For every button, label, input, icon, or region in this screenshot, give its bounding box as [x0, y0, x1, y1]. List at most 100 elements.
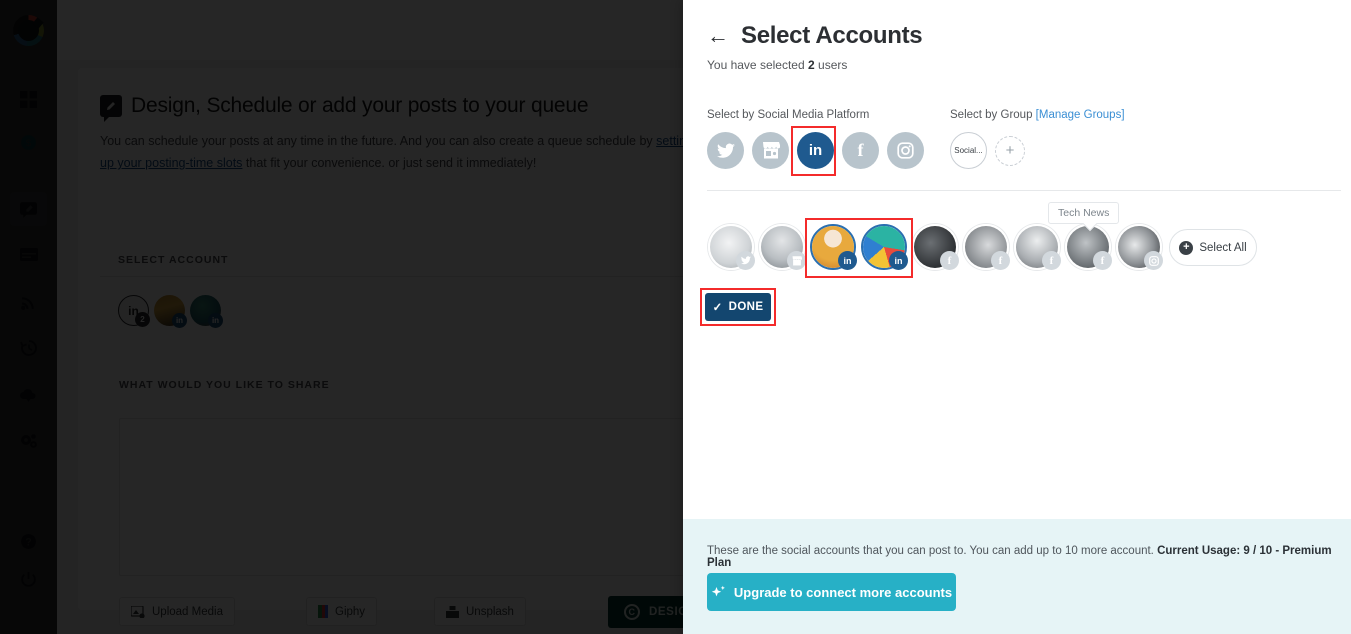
mini-avatar-linkedin-count[interactable]: in 2: [118, 295, 150, 327]
selected-users-status: You have selected 2 users: [707, 58, 847, 72]
footer-usage-text: These are the social accounts that you c…: [707, 545, 1351, 569]
platform-facebook[interactable]: f: [842, 132, 879, 169]
history-clock-icon: [19, 340, 37, 356]
platform-instagram[interactable]: [887, 132, 924, 169]
sidebar-item-uploads[interactable]: [10, 378, 47, 412]
page-subtitle-part1: You can schedule your posts at any time …: [100, 134, 657, 148]
upgrade-button[interactable]: Upgrade to connect more accounts: [707, 573, 956, 611]
unsplash-label: Unsplash: [466, 605, 514, 618]
upgrade-label: Upgrade to connect more accounts: [733, 584, 953, 600]
background-app: $ ? Design, Schedule or add your posts t…: [0, 0, 683, 634]
svg-text:$: $: [26, 138, 32, 149]
select-all-label: Select All: [1199, 241, 1247, 254]
group-section-label: Select by Group [Manage Groups]: [950, 109, 1125, 121]
page-subtitle-part2: that fit your convenience. or just send …: [242, 156, 537, 170]
svg-text:?: ?: [25, 536, 31, 548]
upload-media-button[interactable]: Upload Media: [119, 597, 235, 626]
unsplash-icon: [446, 605, 459, 618]
group-filter-row: Social... +: [950, 132, 1025, 169]
account-avatar-8[interactable]: [1116, 224, 1163, 270]
app-logo[interactable]: [13, 15, 44, 46]
sparkle-star-icon: [711, 585, 725, 596]
gears-icon: [21, 433, 37, 448]
platform-section-label: Select by Social Media Platform: [707, 109, 870, 121]
unsplash-button[interactable]: Unsplash: [434, 597, 526, 626]
list-icon: [19, 248, 38, 261]
account-avatar-5[interactable]: f: [963, 224, 1010, 270]
section-divider: [707, 190, 1341, 191]
compose-pencil-icon: [100, 95, 122, 122]
page-title-row: Design, Schedule or add your posts to yo…: [100, 94, 589, 122]
panel-title: Select Accounts: [741, 22, 923, 49]
network-badge-facebook: f: [1042, 251, 1061, 270]
facebook-glyph: f: [947, 254, 952, 267]
platform-twitter[interactable]: [707, 132, 744, 169]
giphy-icon: [318, 605, 328, 618]
panel-header: ← Select Accounts: [707, 22, 923, 50]
compose-card: Design, Schedule or add your posts to yo…: [78, 68, 683, 628]
twitter-icon: [716, 143, 735, 158]
plus-circle-icon: +: [1179, 240, 1194, 255]
linkedin-platform-highlight: [791, 126, 836, 176]
platform-google-my-business[interactable]: [752, 132, 789, 169]
page-title: Design, Schedule or add your posts to yo…: [131, 94, 589, 117]
selected-count: 2: [807, 58, 815, 72]
grid-icon: [20, 90, 37, 108]
select-all-button[interactable]: + Select All: [1169, 229, 1257, 266]
mini-avatar-badge: in: [172, 313, 187, 328]
group-chip-social[interactable]: Social...: [950, 132, 987, 169]
compose-pencil-icon: [20, 201, 37, 218]
selected-accounts-strip: in 2 in in ›: [100, 276, 683, 342]
upload-media-label: Upload Media: [152, 605, 223, 618]
sidebar-item-compose[interactable]: [10, 192, 47, 226]
selected-suffix: users: [818, 58, 848, 72]
account-avatar-1[interactable]: [759, 224, 806, 270]
sidebar-item-queue[interactable]: [10, 238, 47, 272]
mini-avatar-badge: 2: [135, 312, 150, 327]
rss-icon: [21, 296, 34, 310]
cloud-download-icon: [20, 388, 36, 402]
post-text-area[interactable]: [119, 418, 683, 576]
panel-footer: These are the social accounts that you c…: [683, 519, 1351, 634]
background-content: Design, Schedule or add your posts to yo…: [57, 0, 683, 634]
sidebar-item-history[interactable]: [10, 331, 47, 365]
mini-avatar-1[interactable]: in: [154, 295, 187, 328]
storefront-icon: [762, 142, 780, 159]
facebook-glyph: f: [998, 254, 1003, 267]
network-badge-facebook: f: [940, 251, 959, 270]
design-on-canva-button[interactable]: C DESIGN ON CANVA: [608, 596, 683, 628]
mini-avatar-2[interactable]: in: [190, 295, 223, 328]
selected-accounts-highlight: [805, 218, 913, 278]
badge-dollar-icon: $: [21, 134, 36, 150]
instagram-icon: [897, 142, 914, 159]
sidebar-item-feeds[interactable]: [10, 285, 47, 319]
account-avatar-0[interactable]: [708, 224, 755, 270]
account-avatar-4[interactable]: f: [912, 224, 959, 270]
sidebar-item-rewards[interactable]: $: [10, 125, 47, 159]
sidebar-item-logout[interactable]: [10, 562, 47, 596]
app-screen: $ ? Design, Schedule or add your posts t…: [0, 0, 1351, 634]
facebook-icon: f: [857, 140, 864, 160]
network-badge-instagram: [1144, 251, 1163, 270]
back-arrow-icon[interactable]: ←: [707, 25, 729, 47]
sidebar-item-settings[interactable]: [10, 424, 47, 458]
sidebar-item-help[interactable]: ?: [10, 524, 47, 558]
sidebar-item-dashboard[interactable]: [10, 82, 47, 116]
giphy-button[interactable]: Giphy: [306, 597, 378, 626]
done-button-highlight: [700, 288, 776, 326]
page-subtitle: You can schedule your posts at any time …: [100, 130, 683, 174]
network-badge-twitter: [736, 251, 755, 270]
image-upload-icon: [131, 605, 145, 618]
account-avatar-7[interactable]: f: [1065, 224, 1112, 270]
share-label: WHAT WOULD YOU LIKE TO SHARE: [119, 379, 330, 391]
add-group-button[interactable]: +: [995, 135, 1025, 166]
giphy-label: Giphy: [335, 605, 366, 618]
footer-text-plain: These are the social accounts that you c…: [707, 545, 1154, 557]
facebook-glyph: f: [1049, 254, 1054, 267]
manage-groups-link[interactable]: [Manage Groups]: [1036, 109, 1125, 121]
account-avatar-6[interactable]: f: [1014, 224, 1061, 270]
account-tooltip: Tech News: [1048, 202, 1120, 224]
power-icon: [21, 571, 36, 587]
left-sidebar: $ ?: [0, 0, 57, 634]
selected-prefix: You have selected: [707, 58, 805, 72]
